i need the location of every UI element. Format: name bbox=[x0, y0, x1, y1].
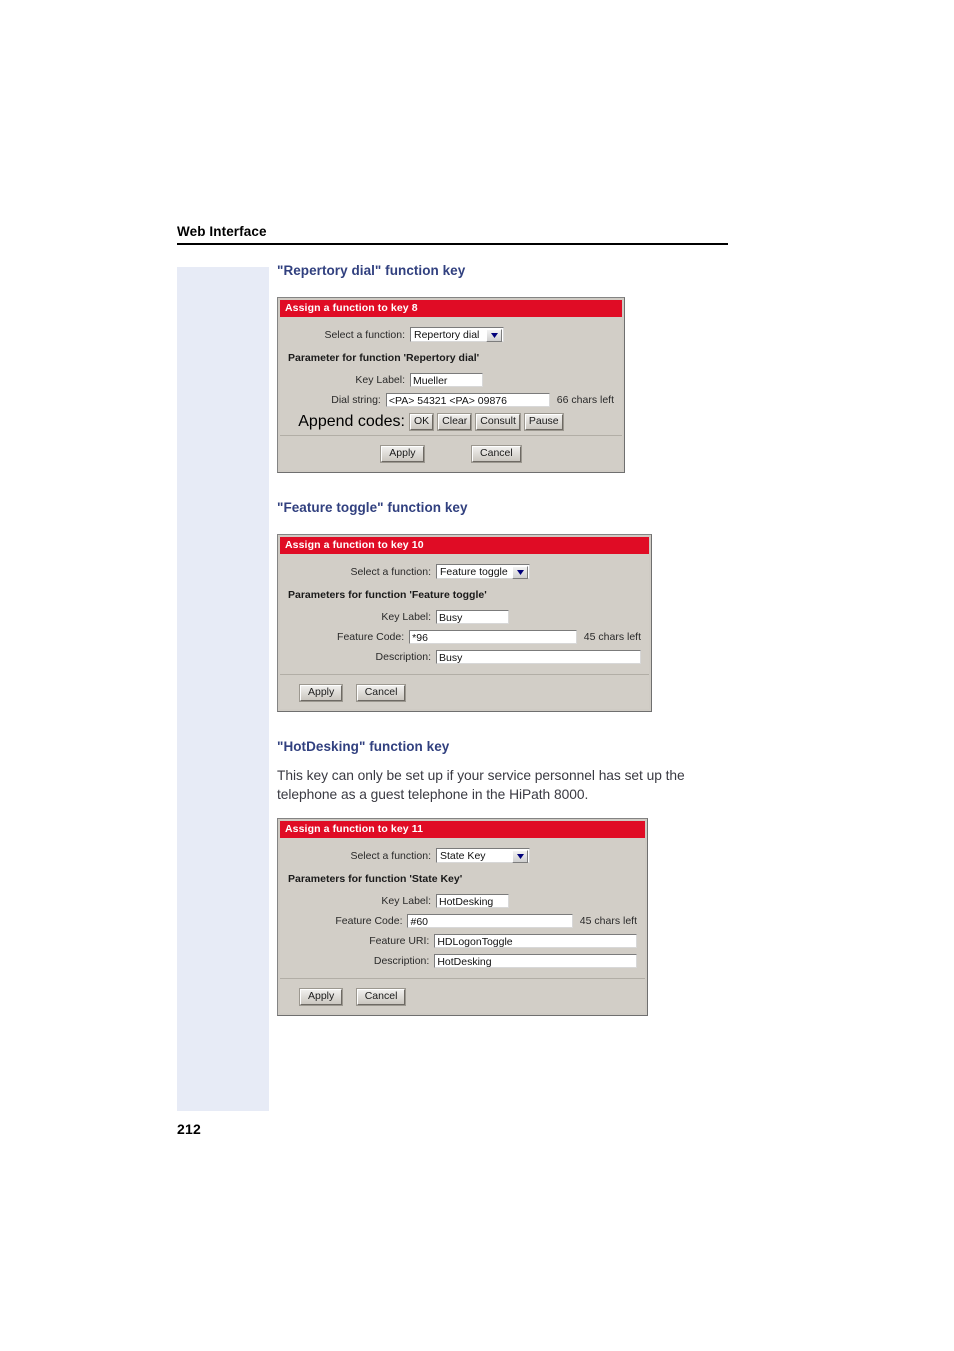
chevron-down-icon[interactable] bbox=[486, 329, 502, 342]
header-rule bbox=[177, 243, 728, 245]
dialog2-key-label-input[interactable]: Busy bbox=[436, 610, 509, 624]
dialog3-feature-code-label: Feature Code: bbox=[335, 915, 403, 927]
running-header: Web Interface bbox=[177, 224, 267, 239]
content-column: "Repertory dial" function key Assign a f… bbox=[277, 262, 747, 1016]
dialog3-param-heading: Parameters for function 'State Key' bbox=[288, 873, 463, 885]
dialog-assign-key-10: Assign a function to key 10 Select a fun… bbox=[277, 534, 652, 712]
dialog3-select-label: Select a function: bbox=[350, 849, 431, 862]
dialog2-chars-left: 45 chars left bbox=[583, 631, 641, 643]
dialog3-apply-button[interactable]: Apply bbox=[300, 989, 343, 1005]
dialog2-description-label: Description: bbox=[375, 651, 431, 663]
dialog3-footer: Apply Cancel bbox=[280, 978, 645, 1013]
dialog2-key-label-label: Key Label: bbox=[381, 611, 431, 623]
dialog3-function-select[interactable]: State Key bbox=[436, 848, 530, 863]
dialog1-function-select[interactable]: Repertory dial bbox=[410, 327, 504, 342]
dialog1-chars-left: 66 chars left bbox=[556, 394, 614, 406]
dialog3-description-label: Description: bbox=[373, 955, 430, 967]
append-pause-button[interactable]: Pause bbox=[524, 414, 563, 430]
dialog-assign-key-11: Assign a function to key 11 Select a fun… bbox=[277, 818, 648, 1016]
dialog3-feature-uri-label: Feature URI: bbox=[369, 935, 430, 947]
hotdesking-body-text: This key can only be set up if your serv… bbox=[277, 768, 685, 802]
append-ok-button[interactable]: OK bbox=[410, 414, 434, 430]
dialog1-apply-button[interactable]: Apply bbox=[381, 446, 424, 462]
dialog1-dial-string-input[interactable]: <PA> 54321 <PA> 09876 bbox=[385, 393, 550, 407]
dialog1-key-label-label: Key Label: bbox=[355, 374, 405, 386]
dialog3-feature-code-input[interactable]: #60 bbox=[407, 914, 573, 928]
section-title-hotdesking: "HotDesking" function key bbox=[277, 739, 450, 754]
section-title-feature-toggle: "Feature toggle" function key bbox=[277, 500, 468, 515]
dialog1-append-label: Append codes: bbox=[298, 413, 405, 430]
dialog2-titlebar: Assign a function to key 10 bbox=[280, 537, 649, 554]
page-number: 212 bbox=[177, 1121, 201, 1137]
dialog3-chars-left: 45 chars left bbox=[579, 915, 637, 927]
dialog3-cancel-button[interactable]: Cancel bbox=[356, 989, 406, 1005]
dialog1-footer: Apply Cancel bbox=[280, 435, 622, 470]
dialog1-body: Select a function: Repertory dial Parame… bbox=[280, 317, 622, 435]
dialog-assign-key-8: Assign a function to key 8 Select a func… bbox=[277, 297, 625, 473]
chevron-down-icon[interactable] bbox=[512, 566, 528, 579]
append-clear-button[interactable]: Clear bbox=[438, 414, 472, 430]
dialog1-param-heading: Parameter for function 'Repertory dial' bbox=[288, 352, 480, 364]
dialog2-select-label: Select a function: bbox=[350, 565, 431, 578]
dialog2-cancel-button[interactable]: Cancel bbox=[356, 685, 406, 701]
dialog1-cancel-button[interactable]: Cancel bbox=[472, 446, 521, 462]
append-consult-button[interactable]: Consult bbox=[476, 414, 520, 430]
dialog1-titlebar: Assign a function to key 8 bbox=[280, 300, 622, 317]
dialog1-dial-string-label: Dial string: bbox=[331, 394, 381, 406]
dialog2-body: Select a function: Feature toggle Parame… bbox=[280, 554, 649, 674]
dialog1-select-label: Select a function: bbox=[324, 328, 405, 341]
document-page: Web Interface 212 "Repertory dial" funct… bbox=[0, 0, 954, 1351]
section-title-repertory-dial: "Repertory dial" function key bbox=[277, 263, 466, 278]
dialog2-feature-code-label: Feature Code: bbox=[337, 631, 405, 643]
dialog2-footer: Apply Cancel bbox=[280, 674, 649, 709]
dialog3-feature-uri-input[interactable]: HDLogonToggle bbox=[434, 934, 637, 948]
dialog3-key-label-input[interactable]: HotDesking bbox=[436, 894, 509, 908]
dialog2-function-select[interactable]: Feature toggle bbox=[436, 564, 530, 579]
dialog3-key-label-label: Key Label: bbox=[381, 895, 431, 907]
dialog3-function-select-value: State Key bbox=[440, 850, 486, 862]
chevron-down-icon[interactable] bbox=[512, 850, 528, 863]
dialog1-key-label-input[interactable]: Mueller bbox=[410, 373, 483, 387]
dialog3-description-input[interactable]: HotDesking bbox=[434, 954, 637, 968]
dialog2-function-select-value: Feature toggle bbox=[440, 566, 508, 578]
dialog2-description-input[interactable]: Busy bbox=[436, 650, 641, 664]
dialog1-function-select-value: Repertory dial bbox=[414, 329, 480, 341]
dialog2-feature-code-input[interactable]: *96 bbox=[409, 630, 577, 644]
dialog3-body: Select a function: State Key Parameters … bbox=[280, 838, 645, 978]
dialog3-titlebar: Assign a function to key 11 bbox=[280, 821, 645, 838]
dialog2-param-heading: Parameters for function 'Feature toggle' bbox=[288, 589, 487, 601]
dialog2-apply-button[interactable]: Apply bbox=[300, 685, 343, 701]
margin-tint-bar bbox=[177, 267, 269, 1111]
